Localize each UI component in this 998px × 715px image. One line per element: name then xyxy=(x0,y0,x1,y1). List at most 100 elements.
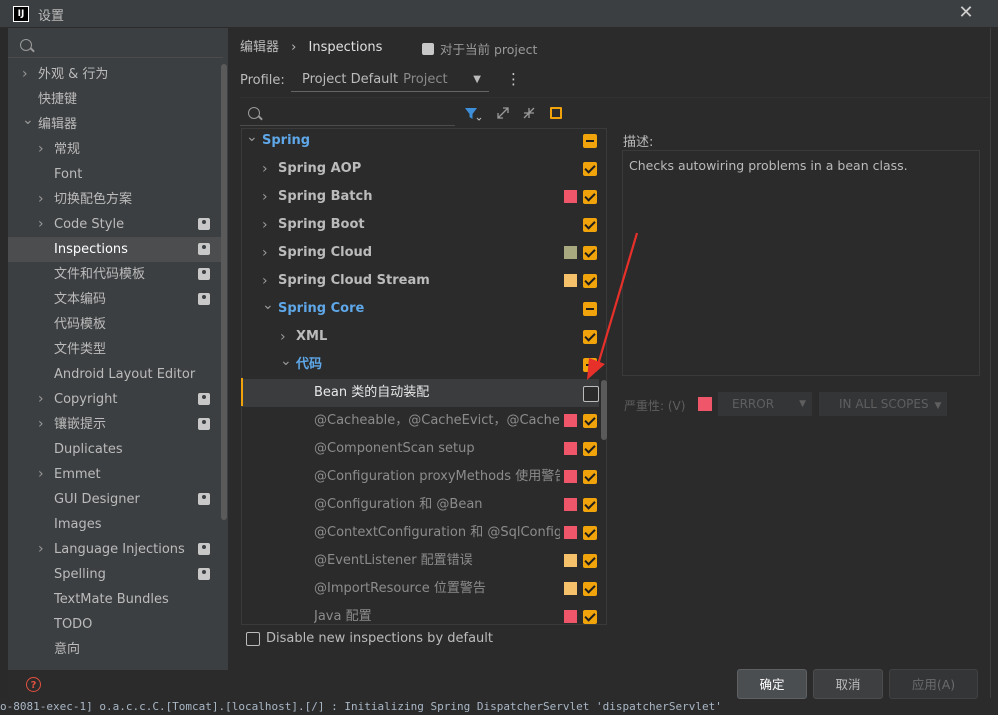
inspection-row[interactable]: @ContextConfiguration 和 @SqlConfig 警告 xyxy=(242,519,599,547)
inspection-checkbox[interactable] xyxy=(583,470,597,484)
scope-dropdown[interactable]: IN ALL SCOPES ▼ xyxy=(819,392,947,416)
inspection-checkbox[interactable] xyxy=(583,526,597,540)
sidebar-item-label: 文件类型 xyxy=(54,342,107,357)
chevron-right-icon[interactable]: › xyxy=(262,239,268,267)
sidebar-item[interactable]: › Emmet xyxy=(8,462,222,487)
chevron-right-icon[interactable]: › xyxy=(262,211,268,239)
sidebar-item[interactable]: Inspections xyxy=(8,237,222,262)
tree-scrollbar[interactable] xyxy=(601,380,607,440)
inspection-row[interactable]: › Spring AOP xyxy=(242,155,599,183)
inspection-checkbox[interactable] xyxy=(583,134,597,148)
inspection-row[interactable]: › Spring Cloud xyxy=(242,239,599,267)
chevron-right-icon[interactable]: › xyxy=(38,387,44,412)
inspection-checkbox[interactable] xyxy=(583,414,597,428)
chevron-right-icon[interactable]: › xyxy=(38,187,44,212)
inspection-row[interactable]: ⌄ Spring Core xyxy=(242,295,599,323)
inspection-row[interactable]: @Configuration proxyMethods 使用警告 xyxy=(242,463,599,491)
sidebar-item[interactable]: › 镶嵌提示 xyxy=(8,412,222,437)
severity-swatch xyxy=(564,582,577,595)
window-title: 设置 xyxy=(38,9,65,24)
sidebar-item-label: 代码模板 xyxy=(54,317,107,332)
sidebar-item[interactable]: › Copyright xyxy=(8,387,222,412)
reset-icon[interactable] xyxy=(550,107,562,119)
inspection-row[interactable]: @Cacheable，@CacheEvict，@CachePut， xyxy=(242,407,599,435)
chevron-down-icon[interactable]: ⌄ xyxy=(246,129,258,151)
sidebar-item[interactable]: ⌄ 编辑器 xyxy=(8,112,222,137)
inspection-row[interactable]: ⌄ Spring xyxy=(242,129,599,155)
inspection-row[interactable]: @ComponentScan setup xyxy=(242,435,599,463)
inspection-row[interactable]: @Configuration 和 @Bean xyxy=(242,491,599,519)
sidebar-item[interactable]: 文件和代码模板 xyxy=(8,262,222,287)
sidebar-item[interactable]: › Language Injections xyxy=(8,537,222,562)
expand-all-icon[interactable] xyxy=(496,106,510,120)
collapse-all-icon[interactable] xyxy=(522,106,536,120)
sidebar-item-label: 文件和代码模板 xyxy=(54,267,146,282)
profile-dropdown[interactable]: Project Default Project ▼ xyxy=(291,68,489,92)
sidebar-item[interactable]: 文件类型 xyxy=(8,337,222,362)
inspections-search-input[interactable] xyxy=(240,100,455,126)
project-level-icon xyxy=(198,543,210,555)
inspection-row[interactable]: › XML xyxy=(242,323,599,351)
sidebar-item[interactable]: 代码模板 xyxy=(8,312,222,337)
inspection-row[interactable]: Java 配置 xyxy=(242,603,599,624)
chevron-right-icon[interactable]: › xyxy=(262,155,268,183)
chevron-down-icon[interactable]: ⌄ xyxy=(22,108,34,133)
ok-button[interactable]: 确定 xyxy=(737,669,807,699)
sidebar-item[interactable]: › 常规 xyxy=(8,137,222,162)
chevron-right-icon[interactable]: › xyxy=(38,537,44,562)
inspection-row[interactable]: Bean 类的自动装配 xyxy=(242,379,599,407)
inspection-label: Spring Batch xyxy=(278,189,373,204)
inspection-checkbox[interactable] xyxy=(583,610,597,624)
sidebar-item[interactable]: 意向 xyxy=(8,637,222,662)
sidebar-item[interactable]: › 外观 & 行为 xyxy=(8,62,222,87)
sidebar-item[interactable]: Font xyxy=(8,162,222,187)
sidebar-item[interactable]: Duplicates xyxy=(8,437,222,462)
inspection-checkbox[interactable] xyxy=(583,190,597,204)
sidebar-search-input[interactable] xyxy=(8,32,223,58)
sidebar-item[interactable]: Images xyxy=(8,512,222,537)
more-options-icon[interactable]: ⋮ xyxy=(506,70,521,88)
sidebar-item[interactable]: Android Layout Editor xyxy=(8,362,222,387)
inspection-checkbox[interactable] xyxy=(583,554,597,568)
profile-sub: Project xyxy=(403,72,448,87)
severity-dropdown[interactable]: ERROR ▼ xyxy=(718,392,812,416)
chevron-right-icon[interactable]: › xyxy=(38,212,44,237)
inspection-checkbox[interactable] xyxy=(583,442,597,456)
sidebar-item[interactable]: Spelling xyxy=(8,562,222,587)
chevron-right-icon[interactable]: › xyxy=(38,412,44,437)
sidebar-item[interactable]: TODO xyxy=(8,612,222,637)
filter-icon[interactable] xyxy=(464,106,482,122)
chevron-down-icon[interactable]: ⌄ xyxy=(280,347,292,375)
inspection-row[interactable]: @ImportResource 位置警告 xyxy=(242,575,599,603)
inspection-row[interactable]: › Spring Cloud Stream xyxy=(242,267,599,295)
help-icon[interactable]: ? xyxy=(26,677,41,692)
disable-new-inspections-checkbox[interactable] xyxy=(246,632,260,646)
inspection-row[interactable]: › Spring Batch xyxy=(242,183,599,211)
inspection-label: Spring xyxy=(262,133,311,148)
sidebar-item[interactable]: 快捷键 xyxy=(8,87,222,112)
chevron-right-icon[interactable]: › xyxy=(38,462,44,487)
inspection-checkbox[interactable] xyxy=(583,582,597,596)
annotation-arrow xyxy=(587,232,639,380)
chevron-right-icon[interactable]: › xyxy=(262,183,268,211)
sidebar-item[interactable]: GUI Designer xyxy=(8,487,222,512)
sidebar-item[interactable]: › 切换配色方案 xyxy=(8,187,222,212)
sidebar-item[interactable]: › Code Style xyxy=(8,212,222,237)
chevron-right-icon[interactable]: › xyxy=(38,137,44,162)
sidebar-item[interactable]: 文本编码 xyxy=(8,287,222,312)
chevron-down-icon: ▼ xyxy=(934,401,942,411)
sidebar-item[interactable]: TextMate Bundles xyxy=(8,587,222,612)
inspection-row[interactable]: › Spring Boot xyxy=(242,211,599,239)
inspection-checkbox[interactable] xyxy=(583,498,597,512)
chevron-down-icon[interactable]: ⌄ xyxy=(262,291,274,319)
breadcrumb-parent[interactable]: 编辑器 xyxy=(240,40,279,55)
chevron-right-icon[interactable]: › xyxy=(22,62,28,87)
inspection-checkbox[interactable] xyxy=(583,162,597,176)
sidebar-scrollbar[interactable] xyxy=(221,64,227,520)
inspection-row[interactable]: @EventListener 配置错误 xyxy=(242,547,599,575)
inspection-row[interactable]: ⌄ 代码 xyxy=(242,351,599,379)
inspection-checkbox[interactable] xyxy=(583,386,599,402)
cancel-button[interactable]: 取消 xyxy=(813,669,883,699)
close-icon[interactable]: ✕ xyxy=(956,2,976,24)
apply-button[interactable]: 应用(A) xyxy=(889,669,978,699)
